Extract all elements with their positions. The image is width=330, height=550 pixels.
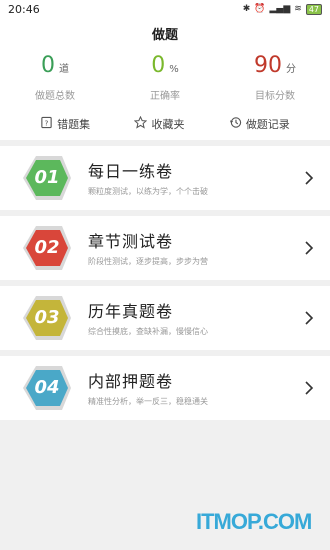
- stat-unit: 道: [59, 64, 69, 75]
- header-panel: 做题 0 道 做题总数 0 % 正确率 90 分 目标分数 ? 错题集 收藏夹 …: [0, 18, 330, 140]
- badge-icon: 01: [22, 154, 72, 202]
- stat-label: 正确率: [150, 91, 180, 102]
- chevron-right-icon: [305, 171, 314, 185]
- card-title: 历年真题卷: [88, 302, 174, 321]
- status-time: 20:46: [8, 2, 40, 16]
- card-subtitle: 精准性分析，举一反三，稳稳通关: [88, 397, 208, 406]
- wrong-book-link[interactable]: ? 错题集: [40, 116, 90, 132]
- battery-icon: 47: [305, 3, 322, 15]
- svg-text:?: ?: [45, 118, 49, 127]
- page-title: 做题: [151, 28, 178, 43]
- stat-accuracy: 0 % 正确率: [110, 53, 220, 102]
- badge-icon: 03: [22, 294, 72, 342]
- star-icon: [134, 115, 148, 132]
- history-link[interactable]: 做题记录: [229, 116, 290, 132]
- card-subtitle: 颗粒度测试，以练为学，个个击破: [88, 187, 208, 196]
- card-internal-predict[interactable]: 04 内部押题卷 精准性分析，举一反三，稳稳通关: [0, 356, 330, 420]
- card-past-exams[interactable]: 03 历年真题卷 综合性摸底，查缺补漏，慢慢信心: [0, 286, 330, 350]
- badge-icon: 04: [22, 364, 72, 412]
- exam-card-list: 01 每日一练卷 颗粒度测试，以练为学，个个击破 02 章节测试卷 阶段性测试，…: [0, 146, 330, 426]
- bluetooth-icon: ✱: [242, 4, 251, 14]
- card-subtitle: 阶段性测试，逐步提高，步步为营: [88, 257, 208, 266]
- quick-links: ? 错题集 收藏夹 做题记录: [0, 115, 330, 132]
- stat-unit: %: [169, 64, 179, 75]
- card-title: 内部押题卷: [88, 372, 174, 391]
- wifi-icon: ≋: [294, 4, 302, 14]
- stat-total: 0 道 做题总数: [0, 53, 110, 102]
- wrong-book-icon: ?: [40, 116, 53, 132]
- stat-value: 0: [151, 53, 166, 78]
- chevron-right-icon: [305, 311, 314, 325]
- watermark-text: ITMOP.COM: [196, 509, 312, 534]
- badge-number: 03: [34, 307, 60, 328]
- card-daily-practice[interactable]: 01 每日一练卷 颗粒度测试，以练为学，个个击破: [0, 146, 330, 210]
- favorites-link[interactable]: 收藏夹: [134, 115, 185, 132]
- wrong-book-label: 错题集: [57, 118, 91, 131]
- status-icons: ✱ ⏰ ▂▄▆ ≋ 47: [242, 3, 322, 15]
- stat-unit: 分: [286, 64, 296, 75]
- chevron-right-icon: [305, 241, 314, 255]
- card-title: 每日一练卷: [88, 162, 174, 181]
- card-chapter-test[interactable]: 02 章节测试卷 阶段性测试，逐步提高，步步为营: [0, 216, 330, 280]
- signal-icon: ▂▄▆: [269, 4, 291, 14]
- stats-row: 0 道 做题总数 0 % 正确率 90 分 目标分数: [0, 53, 330, 102]
- chevron-right-icon: [305, 381, 314, 395]
- history-label: 做题记录: [245, 118, 290, 131]
- stat-label: 做题总数: [35, 91, 75, 102]
- alarm-icon: ⏰: [254, 4, 266, 14]
- badge-number: 04: [34, 377, 60, 398]
- favorites-label: 收藏夹: [151, 118, 185, 131]
- stat-target: 90 分 目标分数: [220, 53, 330, 102]
- stat-value: 0: [41, 53, 55, 78]
- card-title: 章节测试卷: [88, 232, 174, 251]
- stat-label: 目标分数: [255, 91, 295, 102]
- card-subtitle: 综合性摸底，查缺补漏，慢慢信心: [88, 327, 208, 336]
- badge-number: 02: [34, 237, 60, 258]
- badge-number: 01: [34, 167, 60, 188]
- stat-value: 90: [254, 53, 282, 78]
- status-bar: 20:46 ✱ ⏰ ▂▄▆ ≋ 47: [0, 0, 330, 18]
- badge-icon: 02: [22, 224, 72, 272]
- history-icon: [229, 116, 242, 132]
